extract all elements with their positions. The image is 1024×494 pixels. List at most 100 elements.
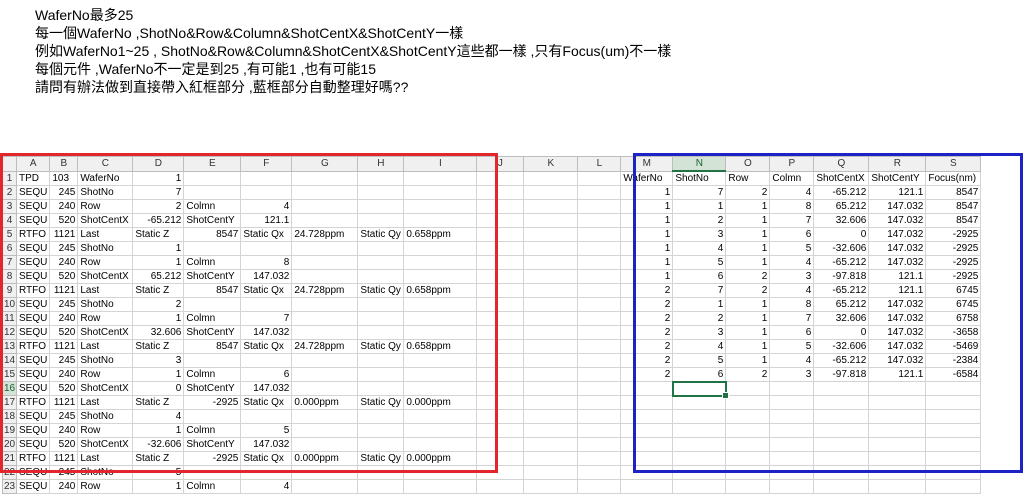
cell-m22[interactable] — [620, 465, 674, 480]
cell-a18[interactable]: SEQU — [15, 409, 51, 424]
cell-j17[interactable] — [476, 395, 525, 410]
cell-r15[interactable]: 121.1 — [868, 367, 927, 382]
cell-c1[interactable]: WaferNo — [77, 170, 134, 186]
cell-q7[interactable]: -65.212 — [813, 255, 870, 270]
cell-c17[interactable]: Last — [77, 395, 134, 410]
cell-p23[interactable] — [769, 479, 815, 494]
cell-p2[interactable]: 4 — [769, 185, 815, 200]
cell-m6[interactable]: 1 — [620, 241, 674, 256]
cell-d4[interactable]: -65.212 — [132, 213, 185, 228]
cell-n17[interactable] — [672, 395, 727, 410]
cell-e11[interactable]: Colmn — [183, 311, 242, 326]
cell-q1[interactable]: ShotCentX — [813, 170, 870, 186]
column-header-j[interactable]: J — [476, 156, 525, 172]
cell-d8[interactable]: 65.212 — [132, 269, 185, 284]
cell-a7[interactable]: SEQU — [15, 255, 51, 270]
cell-b6[interactable]: 245 — [49, 241, 79, 256]
cell-f4[interactable]: 121.1 — [240, 213, 293, 228]
cell-p14[interactable]: 4 — [769, 353, 815, 368]
column-header-n[interactable]: N — [672, 156, 727, 172]
cell-k15[interactable] — [523, 367, 579, 382]
cell-j16[interactable] — [476, 381, 525, 396]
cell-m4[interactable]: 1 — [620, 213, 674, 228]
column-header-m[interactable]: M — [620, 156, 674, 172]
cell-g9[interactable]: 24.728ppm — [291, 283, 359, 298]
column-header-g[interactable]: G — [291, 156, 359, 172]
cell-c21[interactable]: Last — [77, 451, 134, 466]
cell-k6[interactable] — [523, 241, 579, 256]
cell-r21[interactable] — [868, 451, 927, 466]
cell-o11[interactable]: 1 — [725, 311, 771, 326]
cell-a14[interactable]: SEQU — [15, 353, 51, 368]
cell-k2[interactable] — [523, 185, 579, 200]
column-header-f[interactable]: F — [240, 156, 293, 172]
cell-c22[interactable]: ShotNo — [77, 465, 134, 480]
cell-b20[interactable]: 520 — [49, 437, 79, 452]
cell-i21[interactable]: 0.000ppm — [403, 451, 478, 466]
cell-o20[interactable] — [725, 437, 771, 452]
cell-e4[interactable]: ShotCentY — [183, 213, 242, 228]
cell-q2[interactable]: -65.212 — [813, 185, 870, 200]
cell-b18[interactable]: 245 — [49, 409, 79, 424]
cell-s1[interactable]: Focus(nm) — [925, 170, 982, 186]
cell-q13[interactable]: -32.606 — [813, 339, 870, 354]
cell-o13[interactable]: 1 — [725, 339, 771, 354]
cell-e6[interactable] — [183, 241, 242, 256]
cell-j9[interactable] — [476, 283, 525, 298]
cell-m19[interactable] — [620, 423, 674, 438]
cell-d20[interactable]: -32.606 — [132, 437, 185, 452]
cell-r9[interactable]: 121.1 — [868, 283, 927, 298]
cell-n7[interactable]: 5 — [672, 255, 727, 270]
cell-f21[interactable]: Static Qx — [240, 451, 293, 466]
cell-m12[interactable]: 2 — [620, 325, 674, 340]
cell-a2[interactable]: SEQU — [15, 185, 51, 200]
column-header-e[interactable]: E — [183, 156, 242, 172]
cell-s5[interactable]: -2925 — [925, 227, 982, 242]
cell-c9[interactable]: Last — [77, 283, 134, 298]
cell-f10[interactable] — [240, 297, 293, 312]
row-header[interactable]: 2 — [2, 185, 17, 200]
cell-r13[interactable]: 147.032 — [868, 339, 927, 354]
cell-s22[interactable] — [925, 465, 982, 480]
cell-o10[interactable]: 1 — [725, 297, 771, 312]
cell-n1[interactable]: ShotNo — [672, 170, 727, 186]
cell-h1[interactable] — [357, 170, 405, 186]
cell-o19[interactable] — [725, 423, 771, 438]
cell-g18[interactable] — [291, 409, 359, 424]
cell-h2[interactable] — [357, 185, 405, 200]
cell-p5[interactable]: 6 — [769, 227, 815, 242]
cell-j21[interactable] — [476, 451, 525, 466]
cell-s10[interactable]: 6745 — [925, 297, 982, 312]
cell-j18[interactable] — [476, 409, 525, 424]
cell-a8[interactable]: SEQU — [15, 269, 51, 284]
cell-l16[interactable] — [577, 381, 622, 396]
cell-p9[interactable]: 4 — [769, 283, 815, 298]
cell-p7[interactable]: 4 — [769, 255, 815, 270]
cell-a10[interactable]: SEQU — [15, 297, 51, 312]
cell-n12[interactable]: 3 — [672, 325, 727, 340]
cell-i14[interactable] — [403, 353, 478, 368]
cell-l10[interactable] — [577, 297, 622, 312]
cell-n14[interactable]: 5 — [672, 353, 727, 368]
cell-g7[interactable] — [291, 255, 359, 270]
cell-s4[interactable]: 8547 — [925, 213, 982, 228]
cell-q15[interactable]: -97.818 — [813, 367, 870, 382]
cell-p11[interactable]: 7 — [769, 311, 815, 326]
cell-a17[interactable]: RTFO — [15, 395, 51, 410]
cell-i19[interactable] — [403, 423, 478, 438]
cell-g3[interactable] — [291, 199, 359, 214]
cell-d2[interactable]: 7 — [132, 185, 185, 200]
cell-i16[interactable] — [403, 381, 478, 396]
cell-d10[interactable]: 2 — [132, 297, 185, 312]
cell-q21[interactable] — [813, 451, 870, 466]
cell-g10[interactable] — [291, 297, 359, 312]
cell-g21[interactable]: 0.000ppm — [291, 451, 359, 466]
cell-h12[interactable] — [357, 325, 405, 340]
cell-j11[interactable] — [476, 311, 525, 326]
cell-e5[interactable]: 8547 — [183, 227, 242, 242]
cell-s20[interactable] — [925, 437, 982, 452]
cell-r4[interactable]: 147.032 — [868, 213, 927, 228]
cell-a21[interactable]: RTFO — [15, 451, 51, 466]
cell-j5[interactable] — [476, 227, 525, 242]
cell-e7[interactable]: Colmn — [183, 255, 242, 270]
